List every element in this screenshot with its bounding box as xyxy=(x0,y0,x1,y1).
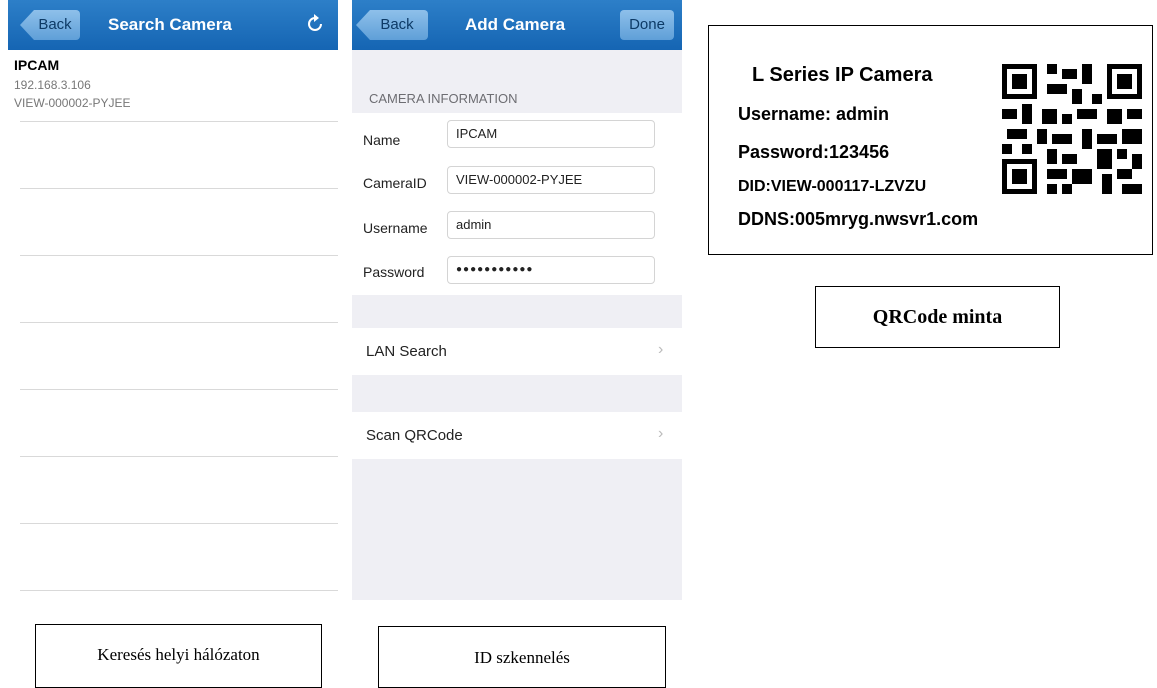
caption-box-id: ID szkennelés xyxy=(378,626,666,688)
search-camera-screen: Back Search Camera IPCAM 192.168.3.106 V… xyxy=(8,0,338,600)
add-camera-screen: Back Add Camera Done CAMERA INFORMATION … xyxy=(352,0,682,600)
name-label: Name xyxy=(363,132,401,148)
cameraid-label: CameraID xyxy=(363,175,427,191)
qr-card-username: Username: admin xyxy=(738,104,890,124)
scan-qrcode-row[interactable]: Scan QRCode › xyxy=(352,412,682,459)
caption-lan-search: Keresés helyi hálózaton xyxy=(97,645,260,664)
password-label: Password xyxy=(363,264,425,280)
caption-id-scan: ID szkennelés xyxy=(474,648,570,667)
qr-card-password: Password:123456 xyxy=(738,142,890,162)
nav-title: Search Camera xyxy=(108,15,232,34)
qr-card-title: L Series IP Camera xyxy=(752,64,933,86)
caption-qr-sample: QRCode minta xyxy=(872,306,1003,328)
add-nav-bar: Back Add Camera Done xyxy=(352,0,682,50)
qr-card-did: DID:VIEW-000117-LZVZU xyxy=(738,178,927,195)
qr-sample-card: L Series IP Camera Username: admin Passw… xyxy=(708,25,1153,255)
lan-search-row[interactable]: LAN Search › xyxy=(352,328,682,375)
camera-name: IPCAM xyxy=(14,57,60,73)
camera-id: VIEW-000002-PYJEE xyxy=(14,96,131,110)
list-separator xyxy=(20,121,338,122)
password-field[interactable]: ●●●●●●●●●●● xyxy=(447,256,655,284)
qr-card-ddns: DDNS:005mryg.nwsvr1.com xyxy=(738,209,979,229)
lan-search-label: LAN Search xyxy=(366,343,447,360)
search-nav-bar: Back Search Camera xyxy=(8,0,338,50)
caption-box-lan: Keresés helyi hálózaton xyxy=(35,624,322,688)
list-separator xyxy=(20,188,338,189)
caption-box-qr: QRCode minta xyxy=(815,286,1060,348)
nav-title: Add Camera xyxy=(465,15,566,34)
refresh-icon[interactable] xyxy=(304,13,326,35)
camera-ip: 192.168.3.106 xyxy=(14,78,91,92)
chevron-right-icon: › xyxy=(658,341,664,358)
list-separator xyxy=(20,322,338,323)
username-field[interactable]: admin xyxy=(447,211,655,239)
list-separator xyxy=(20,389,338,390)
scan-qrcode-label: Scan QRCode xyxy=(366,427,463,444)
username-label: Username xyxy=(363,220,428,236)
camera-list-item[interactable]: IPCAM 192.168.3.106 VIEW-000002-PYJEE xyxy=(8,54,338,118)
back-button[interactable]: Back xyxy=(20,10,80,40)
section-header: CAMERA INFORMATION xyxy=(369,91,518,106)
back-button[interactable]: Back xyxy=(356,10,428,40)
list-separator xyxy=(20,523,338,524)
camera-info-form: Name IPCAM CameraID VIEW-000002-PYJEE Us… xyxy=(352,113,682,295)
qr-code-icon xyxy=(1002,64,1142,194)
cameraid-field[interactable]: VIEW-000002-PYJEE xyxy=(447,166,655,194)
chevron-right-icon: › xyxy=(658,425,664,442)
name-field[interactable]: IPCAM xyxy=(447,120,655,148)
done-button[interactable]: Done xyxy=(620,10,674,40)
list-separator xyxy=(20,456,338,457)
list-separator xyxy=(20,590,338,591)
list-separator xyxy=(20,255,338,256)
